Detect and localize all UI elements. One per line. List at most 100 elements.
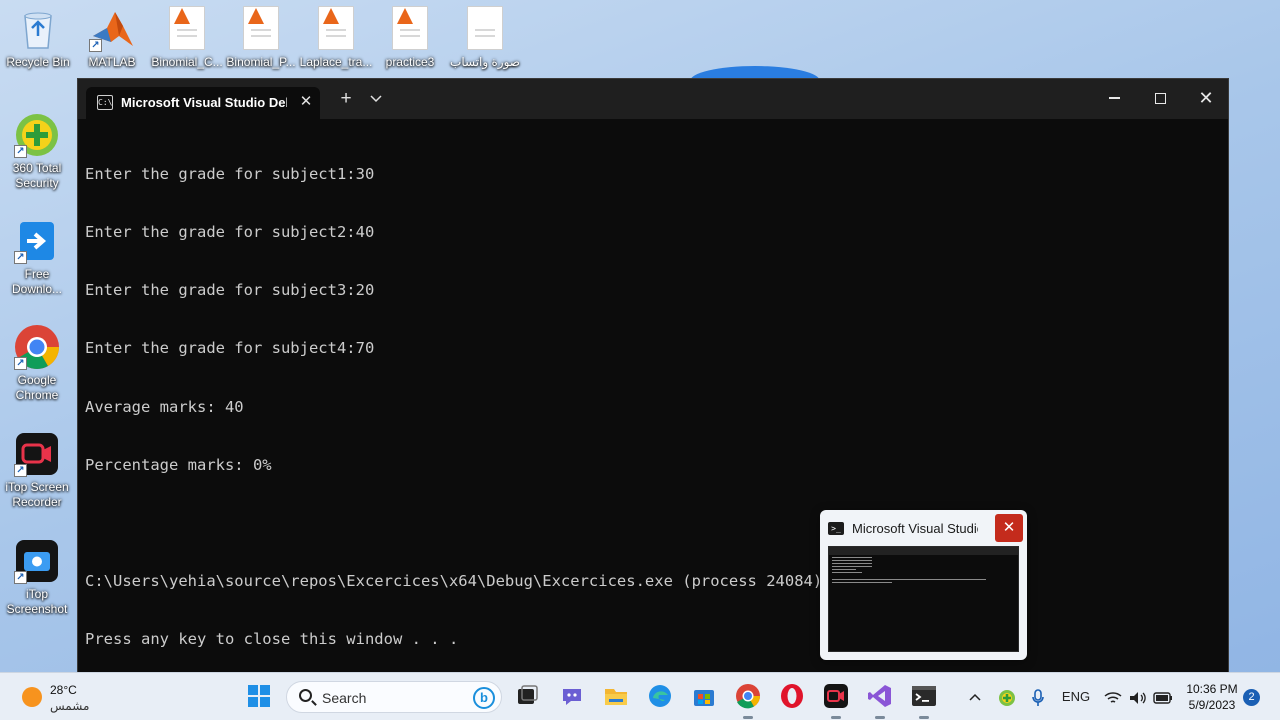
tab-close-icon[interactable]: ✕ [296,92,316,112]
desktop-icon-matlab[interactable]: ↗ MATLAB [75,6,149,70]
shortcut-arrow-icon: ↗ [14,251,27,264]
desktop-icon-label: practice3 [385,55,435,69]
terminal-window[interactable]: C:\ Microsoft Visual Studio Debug Consol… [77,78,1229,674]
windows-logo-tile [248,685,258,695]
thumbnail-titlebar [829,547,1018,555]
desktop-icon-label: Binomial_C... [151,55,223,69]
shortcut-arrow-icon: ↗ [89,39,102,52]
search-placeholder: Search [322,690,367,706]
search-box[interactable]: Search b [286,681,502,713]
clock-time: 10:36 PM [1186,682,1238,696]
matlab-document-icon [387,6,433,52]
desktop-icon-whatsapp-image[interactable]: صورة واتساب [448,6,522,70]
console-line: Enter the grade for subject4:70 [85,339,375,358]
shortcut-arrow-icon: ↗ [14,571,27,584]
maximize-button[interactable] [1137,79,1183,119]
desktop-icon-chrome[interactable]: ↗ Google Chrome [0,324,74,403]
desktop-icon-itop-screenshot[interactable]: ↗ iTop Screenshot [0,538,74,617]
recycle-bin-icon [15,6,61,52]
desktop-icon-practice3[interactable]: practice3 [373,6,447,70]
chevron-down-icon[interactable] [365,85,387,113]
shortcut-arrow-icon: ↗ [14,145,27,158]
desktop-icon-label: 360 Total Security [12,161,62,190]
battery-icon[interactable] [1151,673,1175,720]
microsoft-store-icon[interactable] [691,683,717,709]
console-line: Average marks: 40 [85,397,244,416]
console-line: Enter the grade for subject1:30 [85,164,375,183]
thumbnail-line [832,569,856,570]
desktop-icon-label: Binomial_P... [226,55,296,69]
taskbar: 28°C مشمس Search b ENG 10:36 PM 5/9/2023… [0,672,1280,720]
shortcut-arrow-icon: ↗ [14,357,27,370]
new-tab-button[interactable]: + [334,85,358,113]
thumbnail-line [832,560,872,561]
console-line: C:\Users\yehia\source\repos\Excercices\x… [85,572,1009,591]
console-line: Percentage marks: 0% [85,455,272,474]
edge-icon[interactable] [647,683,673,709]
windows-logo-tile [248,697,258,707]
task-view-icon[interactable] [514,683,540,709]
desktop-icon-itop-recorder[interactable]: ↗ iTop Screen Recorder [0,431,74,510]
preview-title: Microsoft Visual Studio Debug Console [852,521,978,536]
visual-studio-icon[interactable] [867,683,893,719]
file-explorer-icon[interactable] [603,683,629,709]
desktop-icon-binomial-p[interactable]: Binomial_P... [224,6,298,70]
tab-title: Microsoft Visual Studio Debug Console [121,95,287,110]
search-icon [299,689,312,702]
desktop-icon-binomial-c[interactable]: Binomial_C... [150,6,224,70]
console-line: Enter the grade for subject3:20 [85,281,375,300]
chrome-icon[interactable] [735,683,761,719]
screen-recorder-icon[interactable] [823,683,849,719]
minimize-button[interactable] [1091,79,1137,119]
language-indicator[interactable]: ENG [1058,673,1094,720]
desktop-icon-label: iTop Screenshot [6,587,68,616]
preview-close-button[interactable]: ✕ [995,514,1023,542]
desktop-icon-360-security[interactable]: ↗ 360 Total Security [0,112,74,191]
console-output[interactable]: Enter the grade for subject1:30 Enter th… [85,126,1218,689]
close-button[interactable]: ✕ [1183,79,1229,119]
security-tray-icon[interactable] [995,673,1019,720]
console-icon: C:\ [97,95,113,110]
desktop-icon-free-download[interactable]: ↗ Free Downlo... [0,218,74,297]
show-hidden-icons-chevron-icon[interactable] [964,673,986,720]
desktop-icon-label: Free Downlo... [11,267,63,296]
weather-temperature: 28°C [50,683,77,697]
thumbnail-line [832,566,872,567]
console-line: Press any key to close this window . . . [85,630,459,649]
start-button[interactable] [248,685,270,707]
terminal-icon: >_ [828,522,844,535]
desktop-icon-laplace[interactable]: Laplace_tra... [299,6,373,70]
preview-thumbnail[interactable] [828,546,1019,652]
taskbar-preview[interactable]: >_ Microsoft Visual Studio Debug Console… [820,510,1027,660]
maximize-icon [1154,92,1166,104]
tab-debug-console[interactable]: C:\ Microsoft Visual Studio Debug Consol… [86,87,320,119]
windows-logo-tile [260,697,270,707]
windows-logo-tile [260,685,270,695]
microphone-icon[interactable] [1028,673,1048,720]
clock-date: 5/9/2023 [1188,698,1236,712]
screenshot-icon: ↗ [14,538,60,584]
thumbnail-line [832,579,986,580]
clock[interactable]: 10:36 PM 5/9/2023 [1180,681,1244,713]
thumbnail-line [832,572,862,573]
desktop-icon-label: Recycle Bin [6,55,70,69]
matlab-document-icon [164,6,210,52]
chat-icon[interactable] [559,683,585,709]
thumbnail-line [832,563,872,564]
wifi-icon[interactable] [1102,673,1124,720]
console-line: Enter the grade for subject2:40 [85,223,375,242]
scrollbar[interactable] [1218,119,1228,673]
title-bar[interactable]: C:\ Microsoft Visual Studio Debug Consol… [78,79,1228,119]
notification-badge[interactable]: 2 [1243,689,1260,706]
terminal-icon[interactable] [911,683,937,719]
desktop-icon-label: iTop Screen Recorder [5,480,69,509]
opera-icon[interactable] [779,683,805,709]
matlab-document-icon [313,6,359,52]
weather-widget[interactable]: 28°C مشمس [16,681,106,715]
bing-icon[interactable]: b [473,687,495,709]
volume-icon[interactable] [1127,673,1149,720]
desktop-icon-label: MATLAB [88,55,136,69]
free-download-icon: ↗ [14,218,60,264]
desktop-icon-recycle-bin[interactable]: Recycle Bin [1,6,75,70]
desktop-icon-label: صورة واتساب [450,55,520,69]
